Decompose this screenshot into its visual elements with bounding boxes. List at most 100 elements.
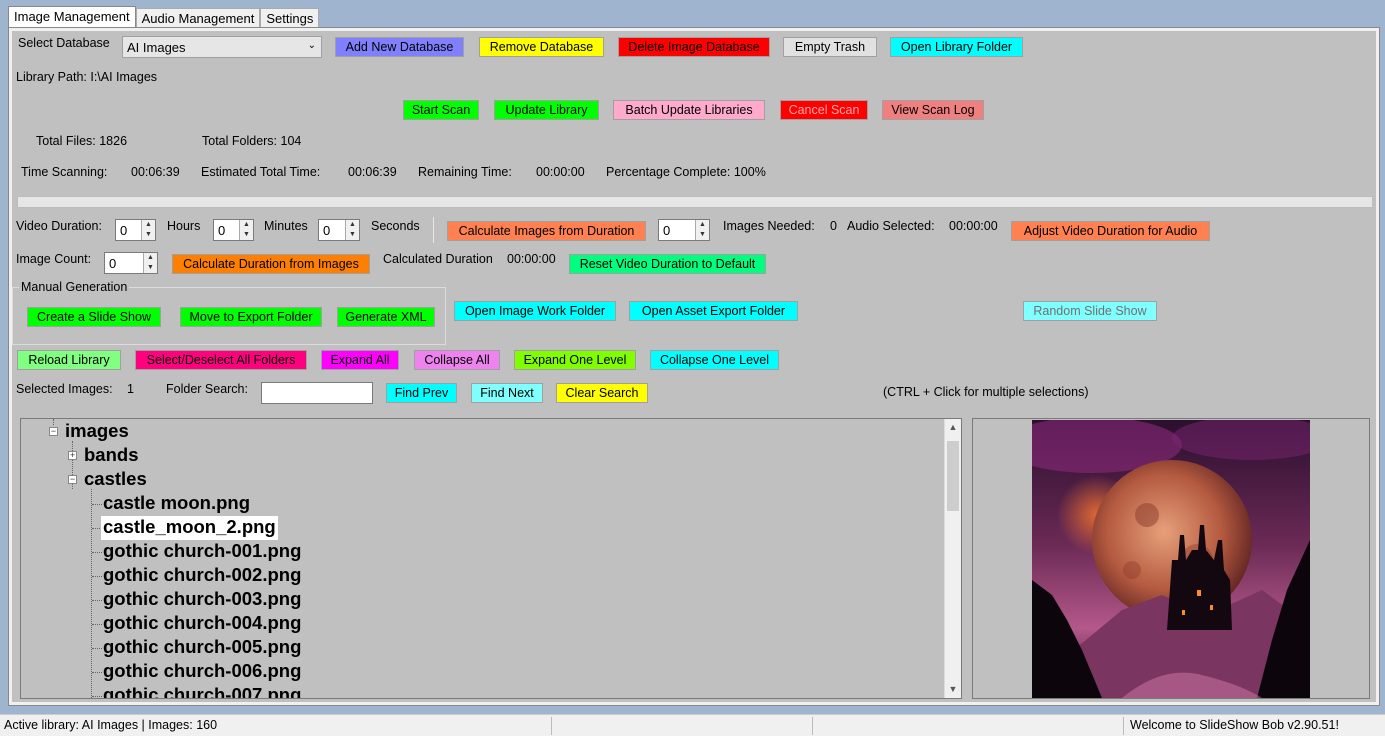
folder-tree[interactable]: − images + bands − castles castle moon.p… bbox=[20, 418, 962, 699]
reload-library-button[interactable]: Reload Library bbox=[17, 350, 121, 370]
generate-xml-button[interactable]: Generate XML bbox=[337, 307, 435, 327]
create-slideshow-button[interactable]: Create a Slide Show bbox=[27, 307, 161, 327]
welcome-status: Welcome to SlideShow Bob v2.90.51! bbox=[1130, 718, 1339, 732]
calculated-duration-label: Calculated Duration bbox=[383, 252, 493, 266]
spin-up-icon[interactable]: ▲ bbox=[143, 253, 157, 263]
tree-file[interactable]: gothic church-003.png bbox=[103, 588, 301, 612]
spin-up-icon[interactable]: ▲ bbox=[141, 220, 155, 230]
expand-one-level-button[interactable]: Expand One Level bbox=[514, 350, 636, 370]
database-select[interactable]: AI Images ⌄ bbox=[122, 36, 322, 58]
tab-image-management[interactable]: Image Management bbox=[8, 6, 136, 28]
tree-root-images[interactable]: images bbox=[65, 420, 129, 444]
tree-file[interactable]: gothic church-002.png bbox=[103, 564, 301, 588]
hours-label: Hours bbox=[167, 219, 201, 233]
start-scan-button[interactable]: Start Scan bbox=[403, 100, 479, 120]
castle-moon-image bbox=[1032, 420, 1310, 698]
library-path: Library Path: I:\AI Images bbox=[16, 70, 158, 84]
active-library-status: Active library: AI Images | Images: 160 bbox=[4, 718, 218, 732]
find-prev-button[interactable]: Find Prev bbox=[386, 383, 457, 403]
image-count-stepper[interactable]: 0 ▲ ▼ bbox=[104, 252, 158, 274]
minutes-label: Minutes bbox=[264, 219, 308, 233]
tree-file[interactable]: gothic church-005.png bbox=[103, 636, 301, 660]
find-next-button[interactable]: Find Next bbox=[471, 383, 543, 403]
expand-all-button[interactable]: Expand All bbox=[321, 350, 399, 370]
manual-generation-title: Manual Generation bbox=[19, 280, 130, 294]
calculate-duration-button[interactable]: Calculate Duration from Images bbox=[172, 254, 370, 274]
update-library-button[interactable]: Update Library bbox=[494, 100, 599, 120]
selected-images-label: Selected Images: bbox=[16, 382, 113, 396]
tree-folder-bands[interactable]: bands bbox=[84, 444, 138, 468]
seconds-label: Seconds bbox=[371, 219, 420, 233]
tab-strip: Image Management Audio Management Settin… bbox=[8, 6, 320, 28]
remove-database-button[interactable]: Remove Database bbox=[479, 37, 604, 57]
spin-down-icon[interactable]: ▼ bbox=[143, 263, 157, 273]
selected-images-count: 1 bbox=[127, 382, 134, 396]
tree-line bbox=[92, 624, 102, 625]
spin-down-icon[interactable]: ▼ bbox=[239, 230, 253, 240]
adjust-video-duration-button[interactable]: Adjust Video Duration for Audio bbox=[1011, 221, 1210, 241]
collapse-icon[interactable]: − bbox=[68, 475, 77, 484]
image-preview-panel bbox=[972, 418, 1370, 699]
spin-up-icon[interactable]: ▲ bbox=[695, 220, 709, 230]
empty-trash-button[interactable]: Empty Trash bbox=[783, 37, 877, 57]
open-library-folder-button[interactable]: Open Library Folder bbox=[890, 37, 1023, 57]
audio-selected-label: Audio Selected: bbox=[847, 219, 935, 233]
scroll-down-icon[interactable]: ▼ bbox=[945, 681, 961, 698]
hours-stepper[interactable]: 0 ▲ ▼ bbox=[115, 219, 156, 241]
clear-search-button[interactable]: Clear Search bbox=[556, 383, 648, 403]
calculated-duration-value: 00:00:00 bbox=[507, 252, 556, 266]
open-asset-export-folder-button[interactable]: Open Asset Export Folder bbox=[629, 301, 798, 321]
minutes-value: 0 bbox=[218, 223, 226, 238]
minutes-stepper[interactable]: 0 ▲ ▼ bbox=[213, 219, 254, 241]
tab-settings[interactable]: Settings bbox=[260, 8, 320, 28]
tab-panel: Select Database AI Images ⌄ Add New Data… bbox=[8, 27, 1380, 706]
random-slideshow-button[interactable]: Random Slide Show bbox=[1023, 301, 1157, 321]
select-all-folders-button[interactable]: Select/Deselect All Folders bbox=[135, 350, 307, 370]
collapse-one-level-button[interactable]: Collapse One Level bbox=[650, 350, 779, 370]
select-database-label: Select Database bbox=[18, 36, 110, 50]
open-image-work-folder-button[interactable]: Open Image Work Folder bbox=[454, 301, 616, 321]
collapse-icon[interactable]: − bbox=[49, 427, 58, 436]
calculate-images-button[interactable]: Calculate Images from Duration bbox=[447, 221, 646, 241]
add-database-button[interactable]: Add New Database bbox=[335, 37, 464, 57]
folder-search-input[interactable] bbox=[261, 382, 373, 404]
spin-up-icon[interactable]: ▲ bbox=[345, 220, 359, 230]
scrollbar-thumb[interactable] bbox=[947, 441, 959, 511]
tree-line bbox=[53, 419, 54, 425]
expand-icon[interactable]: + bbox=[68, 451, 77, 460]
reset-video-duration-button[interactable]: Reset Video Duration to Default bbox=[569, 254, 766, 274]
spin-down-icon[interactable]: ▼ bbox=[695, 230, 709, 240]
tree-file[interactable]: gothic church-004.png bbox=[103, 612, 301, 636]
tree-file[interactable]: gothic church-001.png bbox=[103, 540, 301, 564]
seconds-stepper[interactable]: 0 ▲ ▼ bbox=[318, 219, 360, 241]
status-divider bbox=[1123, 717, 1124, 735]
tree-file[interactable]: gothic church-006.png bbox=[103, 660, 301, 684]
spin-up-icon[interactable]: ▲ bbox=[239, 220, 253, 230]
tree-line bbox=[92, 504, 102, 505]
images-stepper[interactable]: 0 ▲ ▼ bbox=[658, 219, 710, 241]
scroll-up-icon[interactable]: ▲ bbox=[945, 419, 961, 436]
images-needed-label: Images Needed: bbox=[723, 219, 815, 233]
tab-audio-management[interactable]: Audio Management bbox=[135, 8, 261, 28]
percentage-complete: Percentage Complete: 100% bbox=[606, 165, 766, 179]
spin-down-icon[interactable]: ▼ bbox=[345, 230, 359, 240]
tree-file[interactable]: gothic church-007.png bbox=[103, 684, 301, 698]
delete-database-button[interactable]: Delete Image Database bbox=[618, 37, 770, 57]
estimated-total-value: 00:06:39 bbox=[348, 165, 397, 179]
move-to-export-button[interactable]: Move to Export Folder bbox=[180, 307, 322, 327]
tree-scrollbar[interactable]: ▲ ▼ bbox=[944, 419, 961, 698]
tree-line bbox=[92, 672, 102, 673]
batch-update-button[interactable]: Batch Update Libraries bbox=[613, 100, 765, 120]
tree-folder-castles[interactable]: castles bbox=[84, 468, 147, 492]
tree-file[interactable]: castle moon.png bbox=[103, 492, 250, 516]
spin-down-icon[interactable]: ▼ bbox=[141, 230, 155, 240]
cancel-scan-button[interactable]: Cancel Scan bbox=[780, 100, 868, 120]
total-folders: Total Folders: 104 bbox=[202, 134, 302, 148]
tree-line bbox=[92, 552, 102, 553]
chevron-down-icon: ⌄ bbox=[307, 40, 316, 51]
tree-file-selected[interactable]: castle_moon_2.png bbox=[101, 516, 278, 540]
images-stepper-value: 0 bbox=[663, 223, 671, 238]
selection-hint: (CTRL + Click for multiple selections) bbox=[883, 385, 1089, 399]
collapse-all-button[interactable]: Collapse All bbox=[414, 350, 500, 370]
view-scan-log-button[interactable]: View Scan Log bbox=[882, 100, 984, 120]
